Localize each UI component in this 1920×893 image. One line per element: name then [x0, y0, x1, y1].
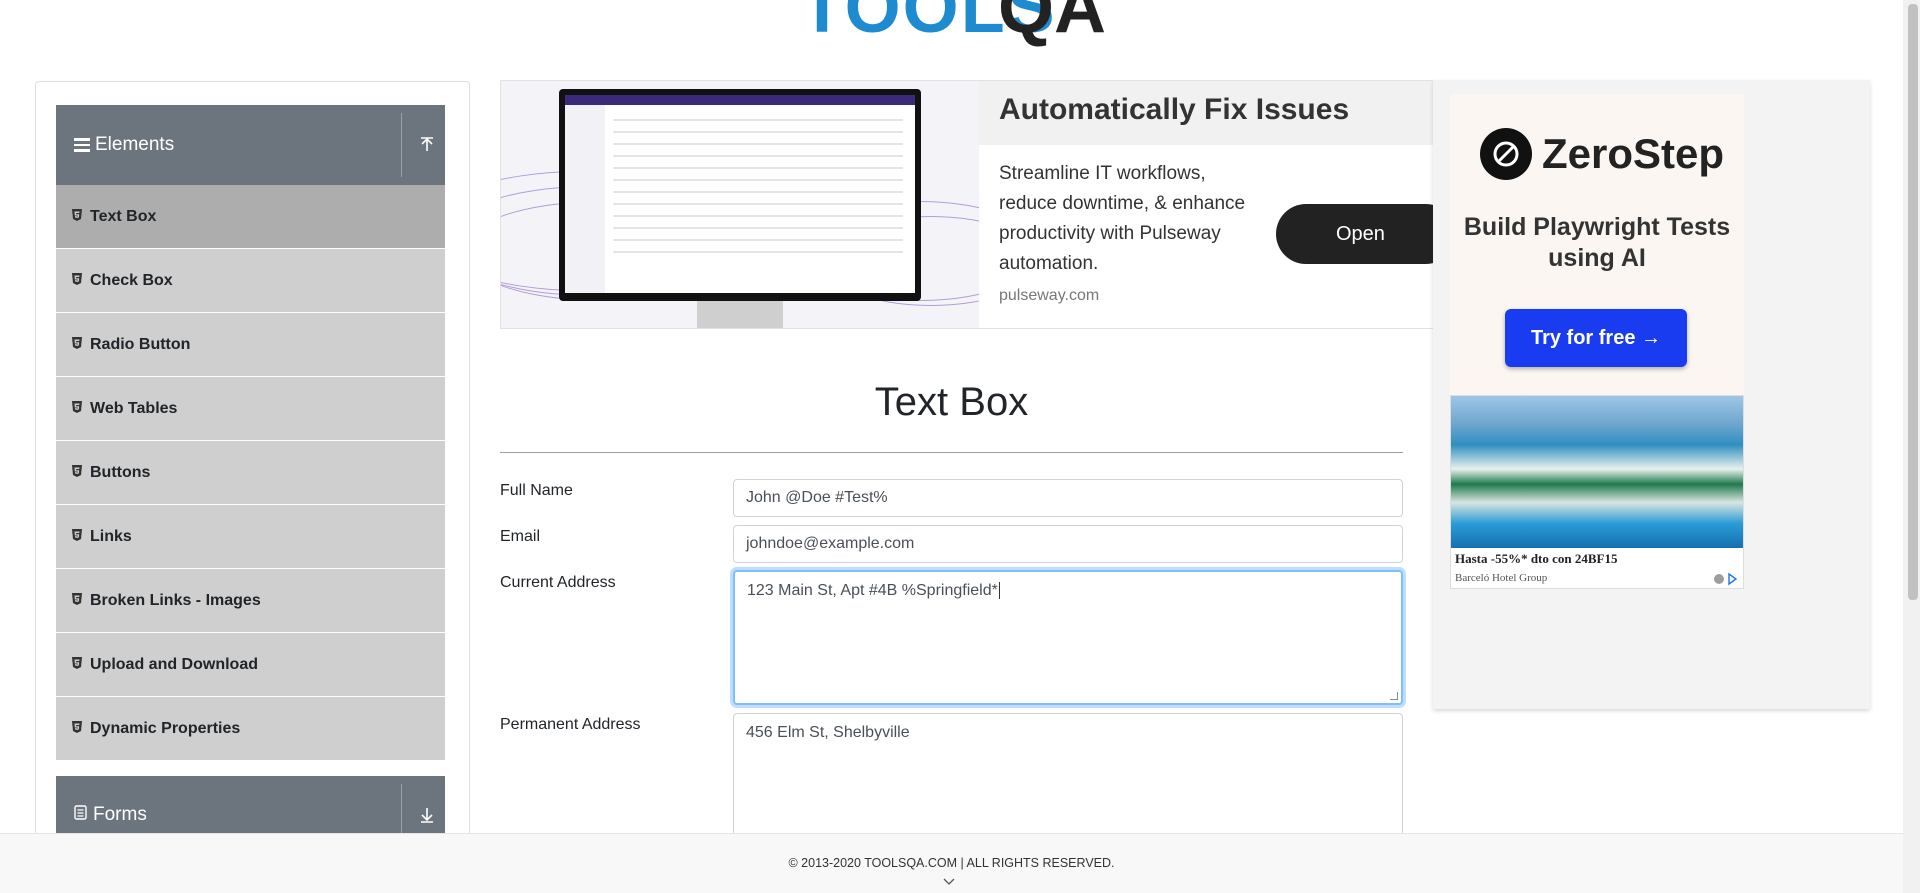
title-divider — [500, 452, 1403, 453]
group-header-elements[interactable]: Elements — [56, 105, 445, 185]
sidebar-item-broken-links[interactable]: Broken Links - Images — [56, 569, 445, 633]
html5-icon — [72, 209, 84, 224]
html5-icon — [72, 273, 84, 288]
email-label: Email — [500, 528, 541, 545]
footer: © 2013-2020 TOOLSQA.COM | ALL RIGHTS RES… — [0, 833, 1903, 893]
side-ad[interactable]: ZeroStep Build Playwright Tests using AI… — [1433, 80, 1870, 709]
sidebar-item-label: Check Box — [90, 271, 173, 289]
hotel-ad-title: Hasta -55%* dto con 24BF15 — [1455, 551, 1618, 566]
text-caret — [998, 582, 1000, 600]
sidebar-item-web-tables[interactable]: Web Tables — [56, 377, 445, 441]
html5-icon — [72, 529, 84, 544]
form-icon — [74, 804, 87, 826]
full-name-label: Full Name — [500, 482, 573, 499]
sidebar-item-upload-download[interactable]: Upload and Download — [56, 633, 445, 697]
sidebar-item-label: Dynamic Properties — [90, 719, 241, 737]
sidebar-item-label: Text Box — [90, 207, 157, 225]
html5-icon — [72, 465, 84, 480]
email-value: johndoe@example.com — [746, 535, 915, 552]
group-label-elements: Elements — [95, 134, 175, 155]
permanent-address-label: Permanent Address — [500, 716, 641, 733]
upload-arrow-icon[interactable] — [420, 105, 434, 185]
toolsqa-logo[interactable]: TOOLS QA — [800, 0, 1120, 48]
resize-handle[interactable] — [1390, 692, 1398, 700]
hotel-image — [1451, 396, 1743, 548]
zerostep-ad[interactable]: ZeroStep Build Playwright Tests using AI… — [1450, 94, 1744, 406]
permanent-address-value: 456 Elm St, Shelbyville — [746, 724, 910, 741]
ad-open-button[interactable]: Open — [1276, 204, 1433, 264]
elements-menu-list: Text Box Check Box Radio Button Web Tabl… — [56, 185, 445, 761]
full-name-value: John @Doe #Test% — [746, 489, 888, 506]
hotel-ad-brand: Barceló Hotel Group — [1455, 572, 1548, 584]
sidebar-item-label: Upload and Download — [90, 655, 258, 673]
current-address-textarea[interactable]: 123 Main St, Apt #4B %Springfield* — [733, 570, 1403, 705]
sidebar-item-dynamic-properties[interactable]: Dynamic Properties — [56, 697, 445, 761]
monitor-graphic — [559, 89, 921, 301]
page-title: Text Box — [874, 380, 1029, 424]
html5-icon — [72, 593, 84, 608]
scrollbar[interactable] — [1903, 0, 1920, 893]
current-address-value: 123 Main St, Apt #4B %Springfield* — [747, 582, 998, 599]
ad-choices-icon[interactable] — [1713, 572, 1739, 589]
email-input[interactable]: johndoe@example.com — [733, 525, 1403, 563]
divider — [401, 113, 402, 177]
sidebar-item-text-box[interactable]: Text Box — [56, 185, 445, 249]
group-label-forms: Forms — [93, 804, 147, 825]
sidebar-item-check-box[interactable]: Check Box — [56, 249, 445, 313]
sidebar-item-buttons[interactable]: Buttons — [56, 441, 445, 505]
html5-icon — [72, 721, 84, 736]
sidebar-item-label: Links — [90, 527, 132, 545]
current-address-label: Current Address — [500, 574, 616, 591]
html5-icon — [72, 657, 84, 672]
sidebar-item-radio-button[interactable]: Radio Button — [56, 313, 445, 377]
ad-description: Streamline IT workflows, reduce downtime… — [999, 163, 1246, 274]
zerostep-brand: ZeroStep — [1542, 130, 1725, 177]
footer-copyright: © 2013-2020 TOOLSQA.COM | ALL RIGHTS RES… — [788, 856, 1115, 870]
hotel-ad[interactable]: Hasta -55%* dto con 24BF15 Barceló Hotel… — [1450, 395, 1744, 589]
hamburger-icon — [74, 138, 90, 152]
zerostep-logo-icon — [1480, 128, 1532, 180]
ad-banner[interactable]: Automatically Fix Issues Streamline IT w… — [500, 80, 1434, 329]
try-for-free-button[interactable]: Try for free → — [1505, 309, 1687, 367]
chevron-down-icon — [943, 874, 955, 889]
permanent-address-textarea[interactable]: 456 Elm St, Shelbyville — [733, 713, 1403, 838]
sidebar-item-links[interactable]: Links — [56, 505, 445, 569]
sidebar-item-label: Radio Button — [90, 335, 191, 353]
zerostep-headline: Build Playwright Tests using AI — [1463, 213, 1731, 272]
logo-qa: QA — [998, 0, 1106, 48]
ad-title: Automatically Fix Issues — [979, 81, 1433, 145]
scrollbar-thumb[interactable] — [1908, 4, 1918, 600]
group-header-forms[interactable]: Forms — [56, 776, 445, 848]
ad-url[interactable]: pulseway.com — [999, 287, 1099, 305]
sidebar-item-label: Web Tables — [90, 399, 178, 417]
sidebar-item-label: Buttons — [90, 463, 151, 481]
full-name-input[interactable]: John @Doe #Test% — [733, 479, 1403, 517]
html5-icon — [72, 401, 84, 416]
html5-icon — [72, 337, 84, 352]
sidebar-item-label: Broken Links - Images — [90, 591, 261, 609]
ad-image — [501, 81, 1041, 328]
